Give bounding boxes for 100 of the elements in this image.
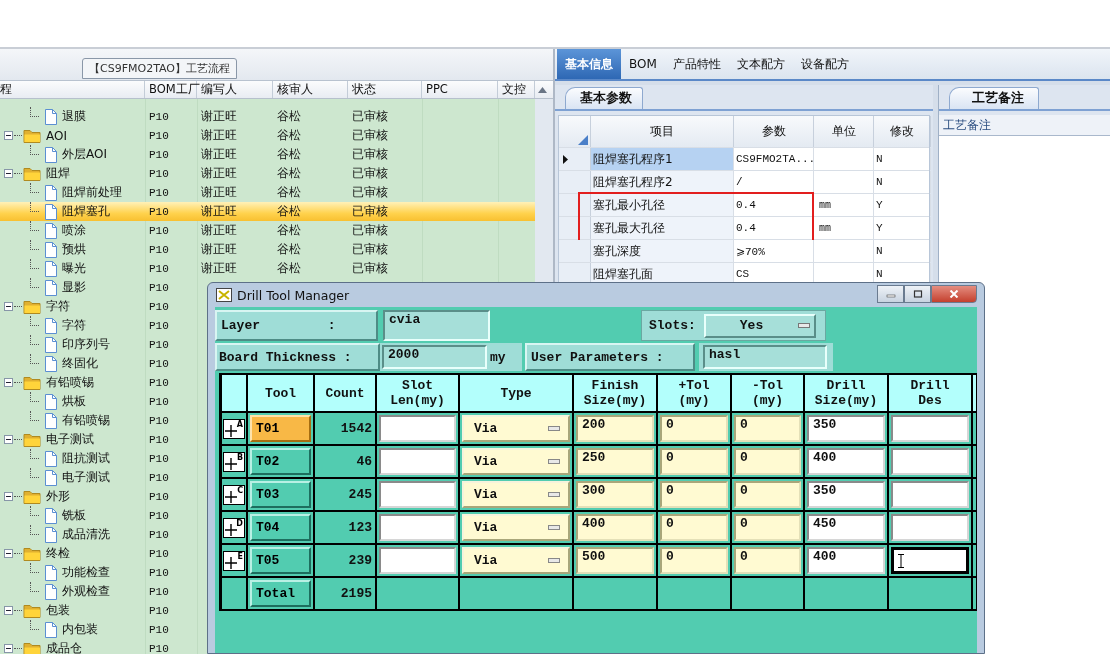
table-cell-text: 谢正旺 [200,127,238,144]
table-cell-text: P10 [148,509,170,522]
table-cell-text: P10 [148,376,170,389]
window-title: Drill Tool Manager [237,287,350,303]
table-cell: N [874,240,931,262]
table-cell-text: 谷松 [276,108,302,125]
table-cell-text: 已审核 [351,184,389,201]
table-cell-text: P10 [148,547,170,560]
table-cell-text: P10 [148,528,170,541]
count-cell: 123 [315,512,375,543]
column-header: 项目 [591,116,734,147]
table-cell: mm [814,194,874,216]
column-header: 程 [0,81,145,98]
table-cell-text: 谷松 [276,222,302,239]
table-cell-text: 谢正旺 [200,184,238,201]
table-cell-text: P10 [148,205,170,218]
table-cell-text: 谷松 [276,127,302,144]
table-cell-text: 已审核 [351,241,389,258]
table-cell-text: 谷松 [276,184,302,201]
table-cell-text: 谢正旺 [200,241,238,258]
table-cell-text: 谢正旺 [200,222,238,239]
column-header: 核审人 [273,81,348,98]
table-cell: N [874,148,931,170]
table-cell: Y [874,194,931,216]
field-label: 工艺备注 [939,115,1110,136]
table-cell-text: P10 [148,167,170,180]
table-cell-text: P10 [148,414,170,427]
column-header: -Tol (my) [732,375,803,411]
field-label: User Parameters : [525,343,695,371]
column-header: Drill Size(my) [805,375,887,411]
table-cell-text: 谢正旺 [200,165,238,182]
count-cell: 2195 [315,578,375,609]
field-label: Board Thickness : [215,343,380,371]
field-label: Layer : [215,310,378,341]
table-cell: Y [874,217,931,239]
table-cell-text: 谷松 [276,165,302,182]
table-cell: mm [814,217,874,239]
table-cell: ⩾70% [734,240,814,262]
table-cell-text: P10 [148,262,170,275]
table-cell-text: 谷松 [276,241,302,258]
table-cell-text: 谷松 [276,203,302,220]
table-cell-text: P10 [148,129,170,142]
table-cell-text: P10 [148,452,170,465]
row-letter: E [237,552,243,561]
table-cell-text: P10 [148,281,170,294]
row-letter: A [236,420,243,429]
table-cell-text: 谢正旺 [200,260,238,277]
table-cell-text: P10 [148,186,170,199]
column-header: Count [315,375,375,411]
table-cell-text: P10 [148,148,170,161]
table-cell-text: 已审核 [351,203,389,220]
table-cell-text: P10 [148,224,170,237]
table-cell-text: P10 [148,338,170,351]
column-header: 修改 [874,116,931,147]
count-cell: 245 [315,479,375,510]
column-header: PPC [422,81,498,98]
row-letter: B [236,453,243,462]
table-cell-text: P10 [148,585,170,598]
unit-label: my [490,349,506,365]
table-cell-text: P10 [148,566,170,579]
table-cell-text: P10 [148,357,170,370]
table-cell-text: P10 [148,110,170,123]
row-letter: D [236,519,243,528]
table-cell: / [734,171,814,193]
count-cell: 239 [315,545,375,576]
table-cell-text: 已审核 [351,222,389,239]
panel-title: 【CS9FMO2TAO】工艺流程 [82,58,237,79]
column-header: 参数 [734,116,814,147]
table-cell-text: P10 [148,490,170,503]
table-cell-text: 已审核 [351,165,389,182]
count-cell: 1542 [315,413,375,444]
table-cell-text: 已审核 [351,108,389,125]
table-cell-text: P10 [148,395,170,408]
table-cell-text: P10 [148,642,170,654]
table-cell-text: 已审核 [351,127,389,144]
column-header: Slot Len(my) [377,375,458,411]
table-cell-text: P10 [148,623,170,636]
table-cell-text: 已审核 [351,146,389,163]
column-header: Tool [248,375,313,411]
table-cell-text: 已审核 [351,260,389,277]
column-header: 状态 [348,81,422,98]
table-cell-text: 谷松 [276,260,302,277]
column-header: 文控 [498,81,535,98]
table-cell: CS9FMO2TA... [734,148,814,170]
table-cell-text: 谷松 [276,146,302,163]
count-cell: 46 [315,446,375,477]
table-cell: CS [734,263,814,285]
table-cell: N [874,171,931,193]
column-header: Finish Size(my) [574,375,656,411]
table-cell-text: P10 [148,604,170,617]
column-header: Type [460,375,572,411]
column-header: +Tol (my) [658,375,730,411]
table-cell-text: P10 [148,433,170,446]
column-header: 单位 [814,116,874,147]
column-header: Drill Des [889,375,971,411]
table-cell-text: P10 [148,471,170,484]
table-cell-text: 谢正旺 [200,108,238,125]
table-cell-text: 谢正旺 [200,146,238,163]
table-cell-text: 谢正旺 [200,203,238,220]
table-cell-text: P10 [148,300,170,313]
